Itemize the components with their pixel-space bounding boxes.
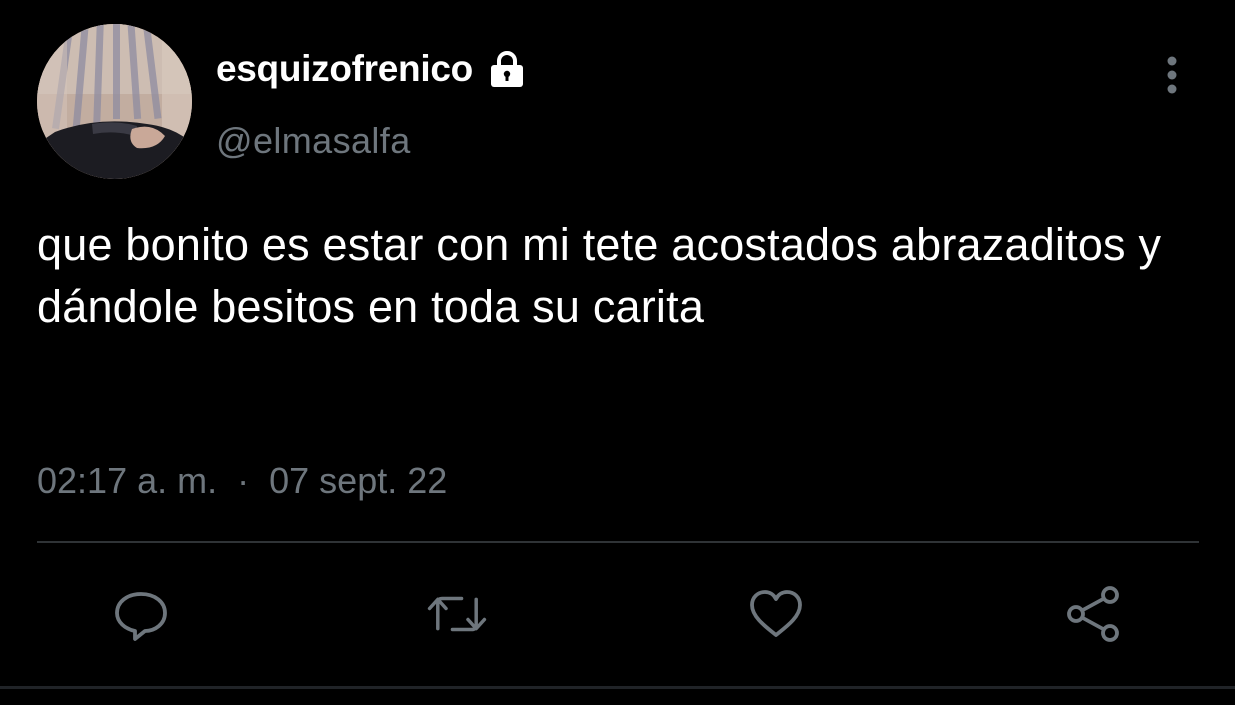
tweet-text: que bonito es estar con mi tete acostado…: [37, 219, 1162, 332]
tweet-time: 02:17 a. m.: [37, 460, 218, 501]
retweet-button[interactable]: [425, 582, 489, 646]
share-icon: [1067, 586, 1119, 642]
display-name[interactable]: esquizofrenico: [216, 44, 473, 94]
avatar[interactable]: [37, 24, 192, 179]
like-button[interactable]: [744, 582, 808, 646]
bottom-divider: [0, 686, 1235, 689]
reply-button[interactable]: [109, 582, 173, 646]
like-icon: [750, 590, 802, 637]
tweet-detail: esquizofrenico @elmasalfa que bonito es …: [0, 0, 1235, 705]
user-handle[interactable]: @elmasalfa: [216, 116, 411, 166]
lock-icon: [485, 47, 529, 91]
tweet-date: 07 sept. 22: [269, 460, 448, 501]
retweet-icon: [427, 596, 487, 632]
tweet-timestamp[interactable]: 02:17 a. m. · 07 sept. 22: [37, 455, 447, 507]
reply-icon: [115, 592, 167, 641]
timestamp-separator: ·: [237, 460, 250, 501]
avatar-image: [37, 24, 192, 179]
display-name-row[interactable]: esquizofrenico: [216, 44, 529, 94]
more-options-button[interactable]: [1150, 50, 1194, 100]
divider: [37, 541, 1199, 543]
more-vertical-icon: [1167, 56, 1177, 94]
share-button[interactable]: [1062, 582, 1126, 646]
